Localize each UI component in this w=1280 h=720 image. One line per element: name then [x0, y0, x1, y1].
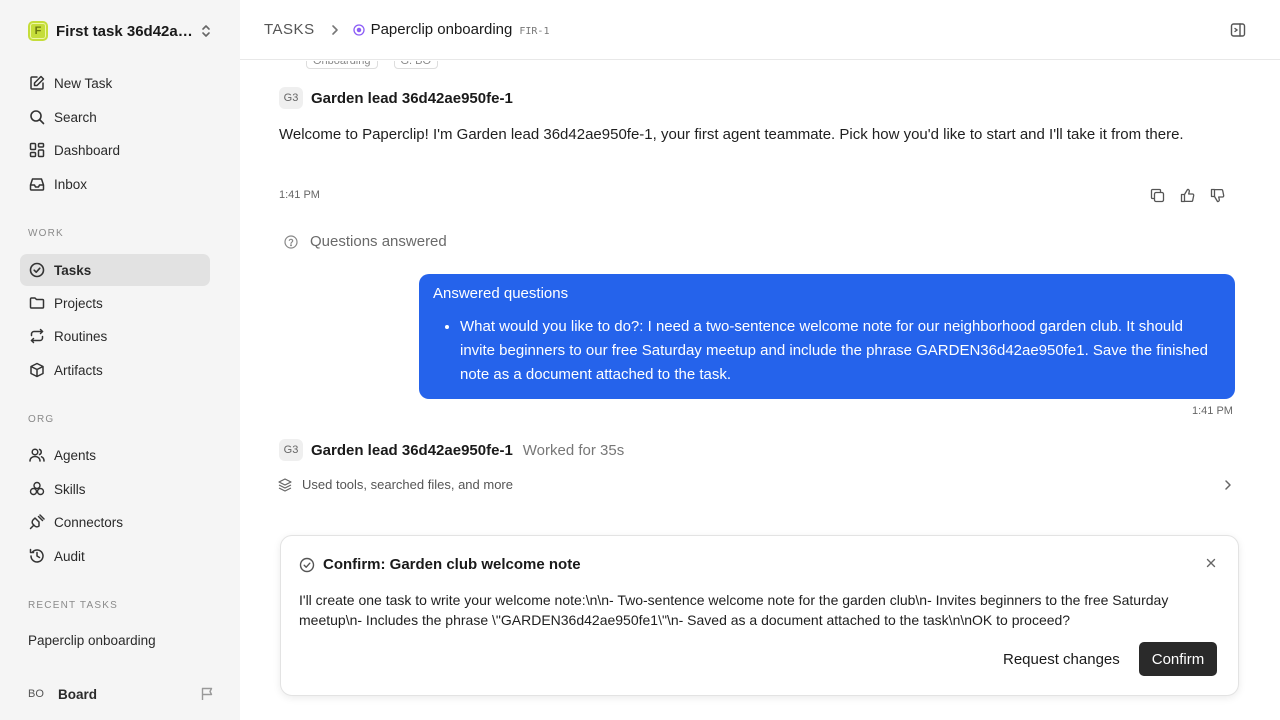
board-switcher[interactable]: BO Board — [28, 682, 214, 706]
bubble-title: Answered questions — [433, 285, 569, 302]
message-timestamp: 1:41 PM — [279, 189, 320, 201]
nav-inbox-label: Inbox — [54, 176, 88, 192]
chevron-right-icon — [331, 24, 339, 36]
section-label-recent: RECENT TASKS — [28, 600, 118, 611]
nav-routines-label: Routines — [54, 328, 108, 344]
nav-connectors-label: Connectors — [54, 514, 124, 530]
package-icon — [28, 361, 46, 379]
nav-search-label: Search — [54, 109, 97, 125]
task-thread: Onboarding G. BO G3 Garden lead 36d42ae9… — [240, 61, 1280, 720]
confirm-card-body: I'll create one task to write your welco… — [299, 592, 1169, 628]
top-bar: TASKS Paperclip onboarding FIR-1 — [240, 0, 1280, 60]
copy-icon[interactable] — [1148, 186, 1166, 204]
nav-dashboard[interactable]: Dashboard — [20, 134, 210, 166]
nav-search[interactable]: Search — [20, 101, 210, 133]
agent-work-header: G3 Garden lead 36d42ae950fe-1 Worked for… — [279, 439, 624, 461]
nav-tasks-label: Tasks — [54, 262, 92, 278]
flag-icon[interactable] — [200, 687, 214, 701]
nav-new-task-label: New Task — [54, 75, 113, 91]
nav-new-task[interactable]: New Task — [20, 67, 210, 99]
nav-routines[interactable]: Routines — [20, 320, 210, 352]
folder-icon — [28, 294, 46, 312]
workspace-switcher[interactable]: F First task 36d42ae950fe — [28, 20, 214, 42]
workspace-name: First task 36d42ae950fe — [56, 22, 194, 40]
question-circle-icon — [284, 234, 298, 249]
nav-skills[interactable]: Skills — [20, 473, 210, 505]
recent-task-item[interactable]: Paperclip onboarding — [28, 633, 156, 648]
nav-agents[interactable]: Agents — [20, 439, 210, 471]
avatar: G3 — [279, 87, 303, 109]
inbox-icon — [28, 175, 46, 193]
request-changes-button[interactable]: Request changes — [989, 642, 1134, 676]
nav-dashboard-label: Dashboard — [54, 142, 121, 158]
confirm-card-title: Confirm: Garden club welcome note — [323, 556, 581, 573]
agent-name[interactable]: Garden lead 36d42ae950fe-1 — [311, 442, 513, 459]
user-message-bubble: Answered questions What would you like t… — [419, 274, 1235, 399]
repeat-icon — [28, 327, 46, 345]
nav-projects[interactable]: Projects — [20, 287, 210, 319]
chevron-up-down-icon — [200, 24, 212, 38]
tools-summary-label: Used tools, searched files, and more — [302, 477, 513, 492]
status-circle-icon — [352, 23, 365, 36]
tag-row: Onboarding G. BO — [306, 61, 439, 69]
nav-connectors[interactable]: Connectors — [20, 506, 210, 538]
message-actions — [1148, 186, 1226, 204]
task-id-badge: FIR-1 — [519, 25, 550, 37]
compose-icon — [28, 74, 46, 92]
chevron-right-icon — [1224, 479, 1232, 491]
nav-audit-label: Audit — [54, 548, 85, 564]
questions-answered-label: Questions answered — [310, 233, 447, 250]
agent-message-text: Welcome to Paperclip! I'm Garden lead 36… — [279, 126, 1184, 143]
agent-name[interactable]: Garden lead 36d42ae950fe-1 — [311, 90, 513, 107]
close-icon[interactable] — [1206, 558, 1216, 568]
section-label-work: WORK — [28, 228, 64, 239]
breadcrumb-root[interactable]: TASKS — [264, 21, 315, 38]
confirm-card: Confirm: Garden club welcome note I'll c… — [280, 535, 1239, 696]
confirm-button[interactable]: Confirm — [1139, 642, 1217, 676]
nav-audit[interactable]: Audit — [20, 540, 210, 572]
thumbs-down-icon[interactable] — [1208, 186, 1226, 204]
message-timestamp: 1:41 PM — [1192, 405, 1233, 417]
list-item: What would you like to do?: I need a two… — [460, 315, 1221, 387]
nav-inbox[interactable]: Inbox — [20, 168, 210, 200]
check-circle-icon — [28, 261, 46, 279]
workspace-logo: F — [28, 21, 48, 41]
board-name: Board — [58, 686, 98, 702]
skills-icon — [28, 480, 46, 498]
dashboard-icon — [28, 141, 46, 159]
nav-tasks[interactable]: Tasks — [20, 254, 210, 286]
avatar: BO — [28, 688, 44, 700]
nav-projects-label: Projects — [54, 295, 103, 311]
tag-chip[interactable]: G. BO — [393, 61, 439, 69]
questions-answered-status: Questions answered — [284, 233, 447, 250]
plug-icon — [28, 513, 46, 531]
confirm-card-header: Confirm: Garden club welcome note — [299, 556, 581, 573]
check-circle-icon — [299, 557, 315, 573]
users-icon — [28, 446, 46, 464]
history-icon — [28, 547, 46, 565]
avatar: G3 — [279, 439, 303, 461]
thumbs-up-icon[interactable] — [1178, 186, 1196, 204]
section-label-org: ORG — [28, 414, 55, 425]
sidebar: F First task 36d42ae950fe New Task Searc… — [0, 0, 240, 720]
layers-icon — [278, 477, 292, 492]
nav-agents-label: Agents — [54, 447, 97, 463]
nav-skills-label: Skills — [54, 481, 86, 497]
search-icon — [28, 108, 46, 126]
agent-message-header: G3 Garden lead 36d42ae950fe-1 — [279, 87, 513, 109]
tag-chip[interactable]: Onboarding — [306, 61, 378, 69]
nav-artifacts[interactable]: Artifacts — [20, 354, 210, 386]
answer-list: What would you like to do?: I need a two… — [433, 315, 1221, 387]
nav-artifacts-label: Artifacts — [54, 362, 103, 378]
tools-summary-row[interactable]: Used tools, searched files, and more — [278, 477, 1232, 492]
page-title: Paperclip onboarding — [370, 21, 513, 38]
work-duration: Worked for 35s — [522, 441, 625, 459]
panel-icon[interactable] — [1230, 22, 1246, 38]
